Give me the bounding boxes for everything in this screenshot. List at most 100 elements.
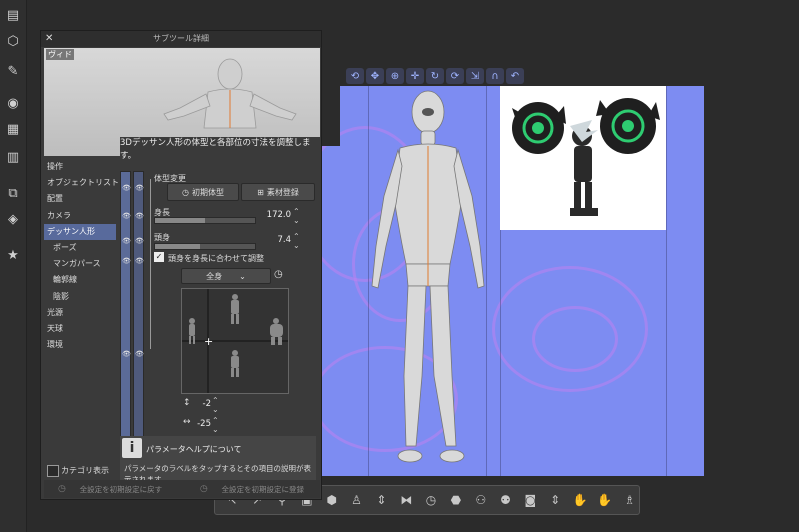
info-icon: i xyxy=(122,438,142,458)
rotate-icon[interactable]: ↻ xyxy=(426,68,444,84)
panel-footer: ◷ 全設定を初期設定に戻す ◷ 全設定を初期設定に登録 xyxy=(44,480,320,498)
category-shading[interactable]: 陰影 xyxy=(44,289,116,305)
grid-icon[interactable]: ▦ xyxy=(4,120,22,138)
horizontal-arrow-icon: ↔ xyxy=(183,417,191,427)
eye-icon[interactable]: 👁 xyxy=(121,348,132,360)
category-placement[interactable]: 配置 xyxy=(44,191,116,207)
category-camera[interactable]: カメラ xyxy=(44,208,116,224)
eye-icon[interactable]: 👁 xyxy=(134,235,145,247)
star-folder-icon[interactable]: ★ xyxy=(4,246,22,264)
camera-toolbar: ⟲ ✥ ⊕ ✛ ↻ ⟳ ⇲ ∩ ↶ xyxy=(346,68,536,86)
reset-all-icon: ◷ xyxy=(58,484,66,494)
sub-tool-detail-panel: サブツール詳細 ✕ ヴィド 【 3Dデッサン人形編集中 】 操作 オブジェクトリ… xyxy=(40,30,322,500)
eye-icon[interactable]: 👁 xyxy=(134,348,145,360)
height-stepper-icon[interactable]: ⌃ ⌄ xyxy=(293,207,300,225)
category-display-label[interactable]: カテゴリ表示 xyxy=(61,465,109,476)
material-icon: ⊞ xyxy=(257,187,264,197)
figure-select-icon[interactable]: ♗ xyxy=(620,490,639,510)
camera-icon[interactable]: ◙ xyxy=(521,490,540,510)
adjust-checkbox[interactable]: ✓ xyxy=(154,252,164,262)
offset-x-stepper-icon[interactable]: ⌃ ⌄ xyxy=(212,416,219,434)
layers-icon[interactable]: ◈ xyxy=(4,210,22,228)
head-slider-fill xyxy=(155,244,200,249)
group-line xyxy=(150,179,151,349)
clock-icon[interactable]: ◷ xyxy=(422,490,441,510)
eye-icon[interactable]: 👁 xyxy=(134,210,145,222)
height-slider[interactable] xyxy=(154,217,256,224)
category-object-list[interactable]: オブジェクトリスト xyxy=(44,175,119,191)
description-text: 3Dデッサン人形の体型と各部位の寸法を調整します。 xyxy=(120,137,320,163)
category-outline[interactable]: 輪郭線 xyxy=(44,272,116,288)
adjust-checkbox-label[interactable]: 頭身を身長に合わせて調整 xyxy=(168,253,264,264)
height-value[interactable]: 172.0 xyxy=(255,210,291,220)
category-display-checkbox[interactable] xyxy=(47,465,59,477)
hand-icon[interactable]: ✋ xyxy=(571,490,590,510)
camera-zoom-icon[interactable]: ⊕ xyxy=(386,68,404,84)
pose2-icon[interactable]: ⚉ xyxy=(496,490,515,510)
eye-icon[interactable]: 👁 xyxy=(121,255,132,267)
register-all-button[interactable]: 全設定を初期設定に登録 xyxy=(208,484,318,495)
stepper2-icon[interactable]: ⇕ xyxy=(546,490,565,510)
offset-x-value[interactable]: -25 xyxy=(191,419,211,429)
category-light-source[interactable]: 光源 xyxy=(44,305,116,321)
category-sky[interactable]: 天球 xyxy=(44,321,116,337)
help-title: パラメータヘルプについて xyxy=(146,445,242,454)
cube-rotate-icon[interactable]: ⬢ xyxy=(322,490,341,510)
cube-plus-icon[interactable]: ⬡ xyxy=(4,32,22,50)
stack-icon[interactable]: ⧉ xyxy=(4,184,22,202)
lock-column: 👁 👁 👁 👁 👁 xyxy=(133,171,144,461)
parameter-help: i パラメータヘルプについて パラメータのラベルをタップするとその項目の説明が表… xyxy=(120,436,316,484)
film-icon[interactable]: ▥ xyxy=(4,148,22,166)
reset-icon: ◷ xyxy=(182,187,189,197)
pose-icon[interactable]: ⚇ xyxy=(471,490,490,510)
circle-icon[interactable]: ◉ xyxy=(4,94,22,112)
panel-title: サブツール詳細 xyxy=(41,31,321,47)
offset-y-stepper-icon[interactable]: ⌃ ⌄ xyxy=(212,396,219,414)
reset-all-button[interactable]: 全設定を初期設定に戻す xyxy=(66,484,176,495)
vertical-arrow-icon: ↕ xyxy=(183,398,191,408)
scale-icon[interactable]: ⇲ xyxy=(466,68,484,84)
eye-icon[interactable]: 👁 xyxy=(121,235,132,247)
eye-icon[interactable]: 👁 xyxy=(134,182,145,194)
undo-icon[interactable]: ↶ xyxy=(506,68,524,84)
stepper-icon[interactable]: ⇕ xyxy=(372,490,391,510)
head-label[interactable]: 頭身 xyxy=(154,232,170,243)
canvas[interactable] xyxy=(322,86,704,476)
category-drawing-figure[interactable]: デッサン人形 xyxy=(44,223,116,240)
eye-icon[interactable]: 👁 xyxy=(121,210,132,222)
offset-y-value[interactable]: -2 xyxy=(191,399,211,409)
category-environment[interactable]: 環境 xyxy=(44,337,116,353)
figure-icon[interactable]: ♙ xyxy=(347,490,366,510)
initial-body-button[interactable]: ◷ 初期体型 xyxy=(167,183,239,201)
head-slider[interactable] xyxy=(154,243,256,250)
register-all-icon: ◷ xyxy=(199,484,208,494)
head-stepper-icon[interactable]: ⌃ ⌄ xyxy=(293,232,300,250)
preset-icon[interactable]: ⬣ xyxy=(446,490,465,510)
category-operation[interactable]: 操作 xyxy=(44,159,116,175)
body-shape-map[interactable]: + xyxy=(181,288,289,394)
head-value[interactable]: 7.4 xyxy=(255,235,291,245)
register-material-button[interactable]: ⊞ 素材登録 xyxy=(241,183,315,201)
category-manga-perspective[interactable]: マンガパース xyxy=(44,256,116,272)
category-list: 操作 オブジェクトリスト 配置 カメラ デッサン人形 ポーズ マンガパース 輪郭… xyxy=(44,159,119,499)
rotate2-icon[interactable]: ⟳ xyxy=(446,68,464,84)
svg-text:+: + xyxy=(204,335,213,348)
reset-part-icon[interactable]: ◷ xyxy=(274,269,283,280)
visibility-column: 👁 👁 👁 👁 👁 xyxy=(120,171,131,461)
camera-rotate-icon[interactable]: ⟲ xyxy=(346,68,364,84)
close-icon[interactable]: ✕ xyxy=(45,31,57,47)
magnet-icon[interactable]: ∩ xyxy=(486,68,504,84)
camera-pan-icon[interactable]: ✥ xyxy=(366,68,384,84)
eye-icon[interactable]: 👁 xyxy=(121,182,132,194)
flip-icon[interactable]: ⧓ xyxy=(397,490,416,510)
hand2-icon[interactable]: ✋ xyxy=(595,490,614,510)
layer-icon[interactable]: ▤ xyxy=(4,6,22,24)
category-pose[interactable]: ポーズ xyxy=(44,240,116,256)
body-part-select[interactable]: 全身 ⌄ xyxy=(181,268,271,284)
preview-tag: ヴィド xyxy=(46,49,74,60)
eye-icon[interactable]: 👁 xyxy=(134,255,145,267)
height-slider-fill xyxy=(155,218,205,223)
left-toolbar: ▤ ⬡ ✎ ◉ ▦ ▥ ⧉ ◈ ★ xyxy=(0,0,27,532)
brush-icon[interactable]: ✎ xyxy=(4,62,22,80)
move-icon[interactable]: ✛ xyxy=(406,68,424,84)
